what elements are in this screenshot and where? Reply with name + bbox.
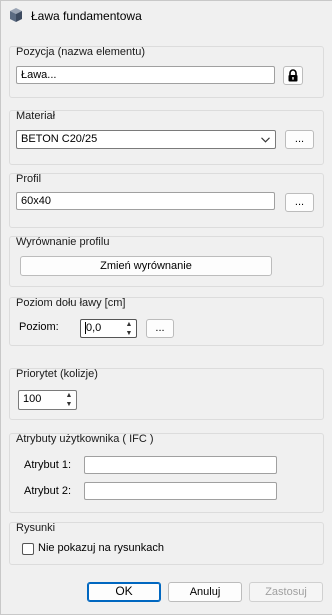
material-group-title: Materiał xyxy=(16,110,56,122)
change-alignment-button[interactable]: Zmień wyrównanie xyxy=(20,256,272,276)
chevron-down-icon xyxy=(261,137,270,143)
alignment-group: Wyrównanie profilu Zmień wyrównanie xyxy=(9,236,324,287)
profile-browse-button[interactable]: ... xyxy=(285,193,314,212)
material-selected-value: BETON C20/25 xyxy=(21,133,98,145)
bottom-level-group-title: Poziom dołu ławy [cm] xyxy=(16,297,126,309)
footing-app-icon xyxy=(10,8,22,22)
material-group: Materiał BETON C20/25 ... xyxy=(9,110,324,165)
apply-button[interactable]: Zastosuj xyxy=(249,582,323,602)
dialog-window: Ława fundamentowa Pozycja (nazwa element… xyxy=(0,0,332,615)
spin-down-icon[interactable]: ▼ xyxy=(62,400,76,409)
title-bar[interactable]: Ława fundamentowa xyxy=(1,1,332,31)
drawings-group: Rysunki Nie pokazuj na rysunkach xyxy=(9,522,324,565)
lock-button[interactable] xyxy=(283,66,303,85)
attribute-2-label: Atrybut 2: xyxy=(24,485,72,497)
priority-group: Priorytet (kolizje) 100 ▲ ▼ xyxy=(9,368,324,420)
bottom-level-group: Poziom dołu ławy [cm] Poziom: 0,0 ▲ ▼ ..… xyxy=(9,297,324,346)
drawings-group-title: Rysunki xyxy=(16,522,56,534)
window-title: Ława fundamentowa xyxy=(31,9,142,23)
priority-spinner[interactable]: ▲ ▼ xyxy=(62,391,76,409)
profile-group-title: Profil xyxy=(16,173,42,185)
priority-input[interactable]: 100 ▲ ▼ xyxy=(18,390,77,410)
attributes-group-title: Atrybuty użytkownika ( IFC ) xyxy=(16,433,154,445)
level-browse-button[interactable]: ... xyxy=(146,319,174,338)
alignment-group-title: Wyrównanie profilu xyxy=(16,236,110,248)
cancel-button[interactable]: Anuluj xyxy=(168,582,242,602)
ok-button[interactable]: OK xyxy=(87,582,161,602)
hide-on-drawings-checkbox[interactable] xyxy=(22,543,34,555)
profile-field[interactable]: 60x40 xyxy=(16,192,275,210)
priority-group-title: Priorytet (kolizje) xyxy=(16,368,98,380)
attributes-group: Atrybuty użytkownika ( IFC ) Atrybut 1: … xyxy=(9,433,324,513)
attribute-1-field[interactable] xyxy=(84,456,277,474)
material-browse-button[interactable]: ... xyxy=(285,130,314,149)
spin-down-icon[interactable]: ▼ xyxy=(122,329,136,338)
position-group: Pozycja (nazwa elementu) Ława... xyxy=(9,46,324,98)
attribute-1-label: Atrybut 1: xyxy=(24,459,72,471)
attribute-2-field[interactable] xyxy=(84,482,277,500)
level-label: Poziom: xyxy=(19,321,59,333)
material-select[interactable]: BETON C20/25 xyxy=(16,130,276,149)
position-name-field[interactable]: Ława... xyxy=(16,66,275,84)
profile-group: Profil 60x40 ... xyxy=(9,173,324,228)
position-group-title: Pozycja (nazwa elementu) xyxy=(16,46,146,58)
level-spinner[interactable]: ▲ ▼ xyxy=(122,320,136,337)
lock-icon xyxy=(288,69,298,82)
level-input[interactable]: 0,0 ▲ ▼ xyxy=(80,319,137,338)
hide-on-drawings-label[interactable]: Nie pokazuj na rysunkach xyxy=(38,542,164,554)
